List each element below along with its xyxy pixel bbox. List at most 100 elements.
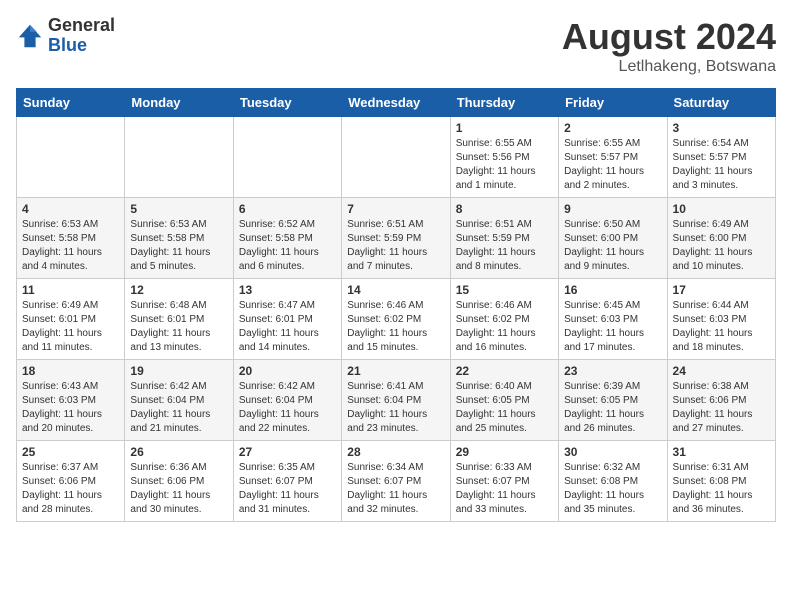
logo-text: General Blue <box>48 16 115 56</box>
calendar-cell: 19 Sunrise: 6:42 AM Sunset: 6:04 PM Dayli… <box>125 360 233 441</box>
calendar-week-row: 4 Sunrise: 6:53 AM Sunset: 5:58 PM Daylig… <box>17 198 776 279</box>
calendar-cell: 14 Sunrise: 6:46 AM Sunset: 6:02 PM Dayli… <box>342 279 450 360</box>
day-number: 28 <box>347 445 444 459</box>
calendar-cell: 12 Sunrise: 6:48 AM Sunset: 6:01 PM Dayli… <box>125 279 233 360</box>
col-header-sunday: Sunday <box>17 89 125 117</box>
day-info: Sunrise: 6:51 AM Sunset: 5:59 PM Dayligh… <box>347 218 444 274</box>
calendar-cell: 15Sunrise: 6:46 AM Sunset: 6:02 PM Dayli… <box>450 279 558 360</box>
day-info: Sunrise: 6:52 AM Sunset: 5:58 PM Dayligh… <box>239 218 336 274</box>
day-number: 31 <box>673 445 770 459</box>
day-number: 24 <box>673 364 770 378</box>
day-info: Sunrise: 6:49 AM Sunset: 6:00 PM Dayligh… <box>673 218 770 274</box>
calendar-cell: 9 Sunrise: 6:50 AM Sunset: 6:00 PM Daylig… <box>559 198 667 279</box>
calendar-week-row: 18 Sunrise: 6:43 AM Sunset: 6:03 PM Dayli… <box>17 360 776 441</box>
day-info: Sunrise: 6:48 AM Sunset: 6:01 PM Dayligh… <box>130 299 227 355</box>
logo-general-text: General <box>48 16 115 36</box>
col-header-wednesday: Wednesday <box>342 89 450 117</box>
col-header-thursday: Thursday <box>450 89 558 117</box>
title-block: August 2024 Letlhakeng, Botswana <box>562 16 776 76</box>
day-number: 13 <box>239 283 336 297</box>
day-number: 14 <box>347 283 444 297</box>
day-info: Sunrise: 6:37 AM Sunset: 6:06 PM Dayligh… <box>22 461 119 517</box>
col-header-saturday: Saturday <box>667 89 775 117</box>
day-number: 26 <box>130 445 227 459</box>
calendar-cell: 24Sunrise: 6:38 AM Sunset: 6:06 PM Dayli… <box>667 360 775 441</box>
day-info: Sunrise: 6:53 AM Sunset: 5:58 PM Dayligh… <box>22 218 119 274</box>
day-info: Sunrise: 6:55 AM Sunset: 5:56 PM Dayligh… <box>456 137 553 193</box>
day-info: Sunrise: 6:34 AM Sunset: 6:07 PM Dayligh… <box>347 461 444 517</box>
calendar-cell: 21Sunrise: 6:41 AM Sunset: 6:04 PM Dayli… <box>342 360 450 441</box>
col-header-monday: Monday <box>125 89 233 117</box>
calendar-cell: 3 Sunrise: 6:54 AM Sunset: 5:57 PM Daylig… <box>667 117 775 198</box>
calendar-cell: 4 Sunrise: 6:53 AM Sunset: 5:58 PM Daylig… <box>17 198 125 279</box>
day-info: Sunrise: 6:42 AM Sunset: 6:04 PM Dayligh… <box>239 380 336 436</box>
calendar-cell: 27 Sunrise: 6:35 AM Sunset: 6:07 PM Dayli… <box>233 441 341 522</box>
day-number: 19 <box>130 364 227 378</box>
col-header-tuesday: Tuesday <box>233 89 341 117</box>
day-number: 27 <box>239 445 336 459</box>
calendar-body: 1Sunrise: 6:55 AM Sunset: 5:56 PM Daylig… <box>17 117 776 522</box>
day-info: Sunrise: 6:42 AM Sunset: 6:04 PM Dayligh… <box>130 380 227 436</box>
calendar-cell: 5Sunrise: 6:53 AM Sunset: 5:58 PM Daylig… <box>125 198 233 279</box>
day-number: 20 <box>239 364 336 378</box>
day-number: 10 <box>673 202 770 216</box>
calendar-cell: 16 Sunrise: 6:45 AM Sunset: 6:03 PM Dayli… <box>559 279 667 360</box>
calendar-cell: 22Sunrise: 6:40 AM Sunset: 6:05 PM Dayli… <box>450 360 558 441</box>
logo-icon <box>16 22 44 50</box>
calendar-cell: 29 Sunrise: 6:33 AM Sunset: 6:07 PM Dayli… <box>450 441 558 522</box>
day-number: 23 <box>564 364 661 378</box>
day-number: 4 <box>22 202 119 216</box>
logo-blue-text: Blue <box>48 36 115 56</box>
day-info: Sunrise: 6:50 AM Sunset: 6:00 PM Dayligh… <box>564 218 661 274</box>
day-number: 18 <box>22 364 119 378</box>
calendar-cell: 8 Sunrise: 6:51 AM Sunset: 5:59 PM Daylig… <box>450 198 558 279</box>
logo: General Blue <box>16 16 115 56</box>
day-number: 9 <box>564 202 661 216</box>
day-number: 22 <box>456 364 553 378</box>
day-number: 3 <box>673 121 770 135</box>
day-info: Sunrise: 6:41 AM Sunset: 6:04 PM Dayligh… <box>347 380 444 436</box>
calendar-cell: 25 Sunrise: 6:37 AM Sunset: 6:06 PM Dayli… <box>17 441 125 522</box>
day-info: Sunrise: 6:44 AM Sunset: 6:03 PM Dayligh… <box>673 299 770 355</box>
calendar-cell: 20 Sunrise: 6:42 AM Sunset: 6:04 PM Dayli… <box>233 360 341 441</box>
calendar-header-row: SundayMondayTuesdayWednesdayThursdayFrid… <box>17 89 776 117</box>
day-info: Sunrise: 6:51 AM Sunset: 5:59 PM Dayligh… <box>456 218 553 274</box>
calendar-cell: 2 Sunrise: 6:55 AM Sunset: 5:57 PM Daylig… <box>559 117 667 198</box>
col-header-friday: Friday <box>559 89 667 117</box>
calendar-week-row: 25 Sunrise: 6:37 AM Sunset: 6:06 PM Dayli… <box>17 441 776 522</box>
calendar-cell <box>125 117 233 198</box>
calendar-week-row: 1Sunrise: 6:55 AM Sunset: 5:56 PM Daylig… <box>17 117 776 198</box>
day-number: 8 <box>456 202 553 216</box>
day-info: Sunrise: 6:39 AM Sunset: 6:05 PM Dayligh… <box>564 380 661 436</box>
day-info: Sunrise: 6:53 AM Sunset: 5:58 PM Dayligh… <box>130 218 227 274</box>
day-info: Sunrise: 6:55 AM Sunset: 5:57 PM Dayligh… <box>564 137 661 193</box>
calendar-week-row: 11Sunrise: 6:49 AM Sunset: 6:01 PM Dayli… <box>17 279 776 360</box>
day-info: Sunrise: 6:43 AM Sunset: 6:03 PM Dayligh… <box>22 380 119 436</box>
day-info: Sunrise: 6:46 AM Sunset: 6:02 PM Dayligh… <box>456 299 553 355</box>
day-info: Sunrise: 6:33 AM Sunset: 6:07 PM Dayligh… <box>456 461 553 517</box>
calendar-cell <box>342 117 450 198</box>
calendar-cell: 6 Sunrise: 6:52 AM Sunset: 5:58 PM Daylig… <box>233 198 341 279</box>
day-number: 17 <box>673 283 770 297</box>
calendar-cell: 26Sunrise: 6:36 AM Sunset: 6:06 PM Dayli… <box>125 441 233 522</box>
day-number: 12 <box>130 283 227 297</box>
day-info: Sunrise: 6:35 AM Sunset: 6:07 PM Dayligh… <box>239 461 336 517</box>
calendar-cell: 30 Sunrise: 6:32 AM Sunset: 6:08 PM Dayli… <box>559 441 667 522</box>
calendar-cell <box>233 117 341 198</box>
day-info: Sunrise: 6:54 AM Sunset: 5:57 PM Dayligh… <box>673 137 770 193</box>
calendar-cell <box>17 117 125 198</box>
day-number: 30 <box>564 445 661 459</box>
calendar-cell: 10 Sunrise: 6:49 AM Sunset: 6:00 PM Dayli… <box>667 198 775 279</box>
day-info: Sunrise: 6:45 AM Sunset: 6:03 PM Dayligh… <box>564 299 661 355</box>
main-title: August 2024 <box>562 16 776 58</box>
day-info: Sunrise: 6:32 AM Sunset: 6:08 PM Dayligh… <box>564 461 661 517</box>
day-number: 2 <box>564 121 661 135</box>
calendar-cell: 28 Sunrise: 6:34 AM Sunset: 6:07 PM Dayli… <box>342 441 450 522</box>
day-info: Sunrise: 6:46 AM Sunset: 6:02 PM Dayligh… <box>347 299 444 355</box>
day-info: Sunrise: 6:47 AM Sunset: 6:01 PM Dayligh… <box>239 299 336 355</box>
day-number: 6 <box>239 202 336 216</box>
day-number: 29 <box>456 445 553 459</box>
calendar-cell: 18 Sunrise: 6:43 AM Sunset: 6:03 PM Dayli… <box>17 360 125 441</box>
day-number: 16 <box>564 283 661 297</box>
day-number: 25 <box>22 445 119 459</box>
